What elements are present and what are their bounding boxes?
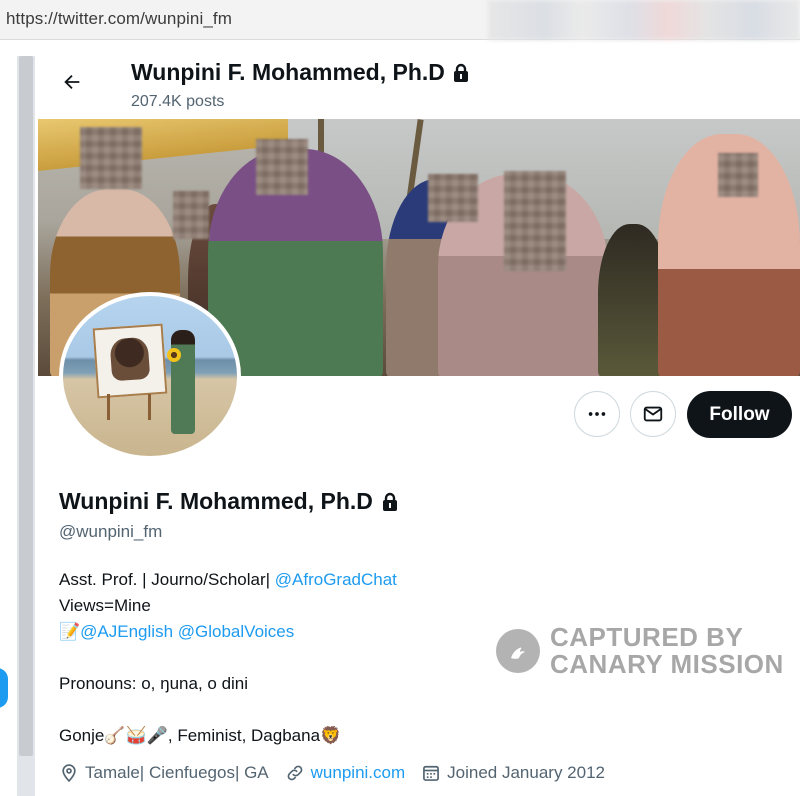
easel xyxy=(107,394,151,420)
blurred-face xyxy=(80,127,142,189)
watermark-line: CANARY MISSION xyxy=(550,649,784,679)
canary-mission-watermark: CAPTURED BY CANARY MISSION xyxy=(496,624,784,678)
user-handle: @wunpini_fm xyxy=(59,522,163,541)
blurred-face xyxy=(504,171,566,271)
canary-logo-icon xyxy=(496,629,540,673)
header-name: Wunpini F. Mohammed, Ph.D xyxy=(131,59,445,85)
blurred-face xyxy=(428,174,478,222)
more-horizontal-icon xyxy=(588,412,606,416)
message-button[interactable] xyxy=(630,391,676,437)
profile-meta: Tamale| Cienfuegos| GA wunpini.com Joine… xyxy=(59,763,621,783)
drum-emoji: 🥁 xyxy=(125,726,147,746)
bio-spacer xyxy=(59,697,759,723)
lock-icon xyxy=(382,492,397,511)
bird-icon xyxy=(511,645,525,659)
watermark-line: CAPTURED BY xyxy=(550,622,744,652)
bio-line: Asst. Prof. | Journo/Scholar| @AfroGradC… xyxy=(59,567,759,593)
bio-text: Gonje xyxy=(59,726,105,745)
back-button[interactable] xyxy=(54,64,90,100)
mention-link[interactable]: @GlobalVoices xyxy=(178,622,295,641)
blurred-browser-area xyxy=(488,0,800,40)
mention-link[interactable]: @AJEnglish xyxy=(80,622,173,641)
calendar-icon xyxy=(423,765,440,781)
left-rail xyxy=(0,48,40,796)
lock-icon xyxy=(453,63,468,82)
microphone-emoji: 🎤 xyxy=(146,726,168,746)
bio-text: , Feminist, Dagbana xyxy=(167,726,321,745)
banjo-emoji: 🪕 xyxy=(104,726,126,746)
website[interactable]: wunpini.com xyxy=(285,763,406,783)
page-title: Wunpini F. Mohammed, Ph.D xyxy=(131,59,470,86)
scrollbar-thumb[interactable] xyxy=(19,56,33,756)
pronouns-text: Pronouns: o, ŋuna, o dini xyxy=(59,674,249,693)
browser-url-bar[interactable]: https://twitter.com/wunpini_fm xyxy=(0,0,800,40)
person xyxy=(171,330,195,434)
profile-header: Wunpini F. Mohammed, Ph.D 207.4K posts xyxy=(40,48,800,120)
display-name: Wunpini F. Mohammed, Ph.D xyxy=(59,488,373,514)
sidebar-button-partial[interactable] xyxy=(0,668,8,708)
location: Tamale| Cienfuegos| GA xyxy=(59,763,269,783)
bio-line: Gonje🪕🥁🎤, Feminist, Dagbana🦁 xyxy=(59,723,759,749)
lion-emoji: 🦁 xyxy=(320,726,342,746)
mention-link[interactable]: @AfroGradChat xyxy=(275,570,397,589)
url-text[interactable]: https://twitter.com/wunpini_fm xyxy=(6,9,232,29)
location-text: Tamale| Cienfuegos| GA xyxy=(85,763,269,782)
more-options-button[interactable] xyxy=(574,391,620,437)
bio-line: Views=Mine xyxy=(59,593,759,619)
portrait-board xyxy=(92,323,168,399)
blurred-face xyxy=(173,191,209,239)
post-count: 207.4K posts xyxy=(131,93,225,110)
map-pin-icon xyxy=(62,764,76,783)
join-date: Joined January 2012 xyxy=(421,763,605,783)
arrow-left-icon xyxy=(64,74,80,90)
bio-text: Views=Mine xyxy=(59,596,151,615)
website-link[interactable]: wunpini.com xyxy=(311,763,406,783)
avatar[interactable] xyxy=(59,292,241,460)
follow-button[interactable]: Follow xyxy=(687,391,792,438)
blurred-face xyxy=(718,153,758,197)
scrollbar-track[interactable] xyxy=(17,56,35,796)
sunflower xyxy=(167,348,181,362)
bio-text: Asst. Prof. | Journo/Scholar| xyxy=(59,570,275,589)
profile-name: Wunpini F. Mohammed, Ph.D xyxy=(59,488,399,515)
envelope-icon xyxy=(643,406,663,422)
joined-text: Joined January 2012 xyxy=(447,763,605,782)
link-icon xyxy=(287,765,303,781)
watermark-text: CAPTURED BY CANARY MISSION xyxy=(550,624,784,678)
memo-emoji: 📝 xyxy=(59,622,81,642)
blurred-face xyxy=(256,139,308,195)
